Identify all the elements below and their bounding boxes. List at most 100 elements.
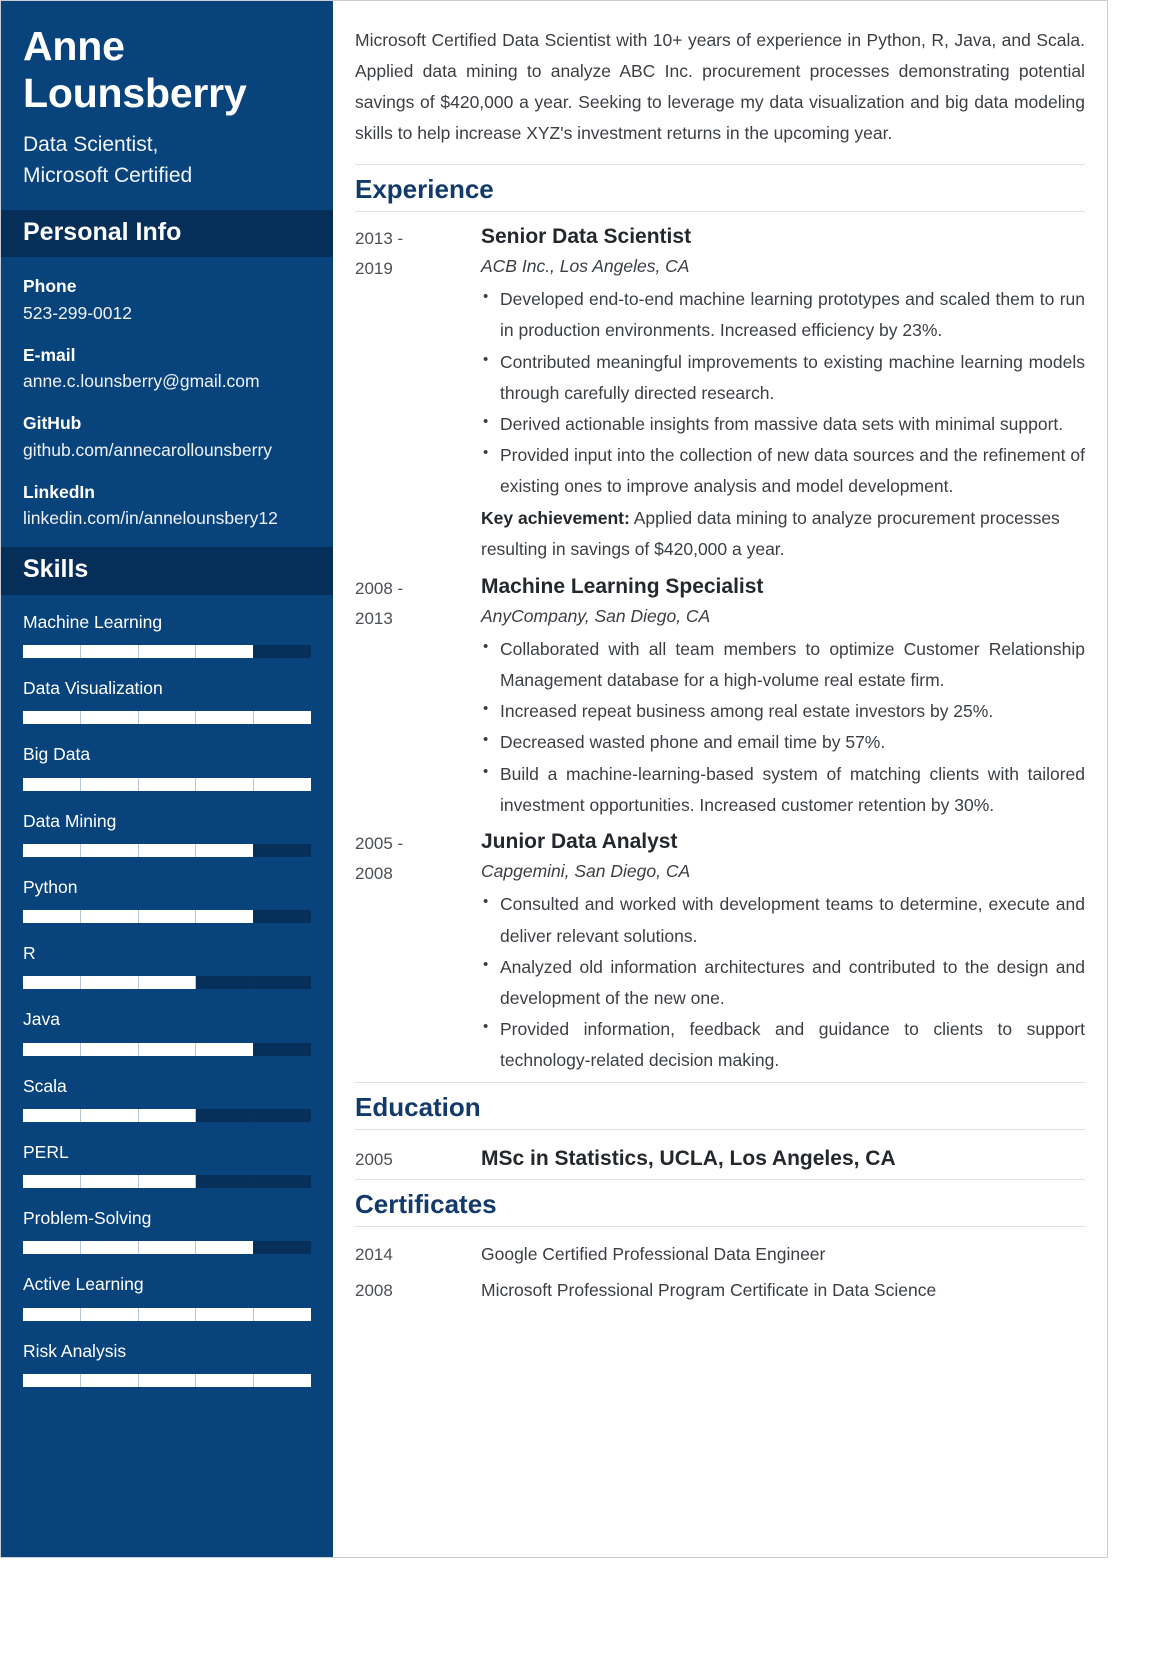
key-achievement-label: Key achievement: bbox=[481, 508, 630, 529]
contact-item-github: GitHub github.com/annecarollounsberry bbox=[23, 410, 311, 463]
skill-bar-ticks bbox=[23, 777, 311, 791]
role-line-1: Data Scientist, bbox=[23, 133, 159, 157]
skill-bar-ticks bbox=[23, 1175, 311, 1189]
experience-section-title: Experience bbox=[355, 163, 1085, 212]
skill-bar-track bbox=[23, 1241, 311, 1255]
skill-label: Java bbox=[23, 1009, 60, 1030]
education-entry: 2005 MSc in Statistics, UCLA, Los Angele… bbox=[355, 1140, 1085, 1178]
skill-bar-ticks bbox=[23, 1241, 311, 1255]
job-bullet: Analyzed old information architectures a… bbox=[481, 952, 1085, 1014]
resume-sheet: Anne Lounsberry Data Scientist, Microsof… bbox=[0, 0, 1108, 1558]
contact-item-linkedin: LinkedIn linkedin.com/in/annelounsbery12 bbox=[23, 479, 311, 532]
contact-item-phone: Phone 523-299-0012 bbox=[23, 273, 311, 326]
skill-bar-track bbox=[23, 777, 311, 791]
experience-entry: 2008 - 2013 Machine Learning Specialist … bbox=[355, 572, 1085, 821]
sidebar: Anne Lounsberry Data Scientist, Microsof… bbox=[1, 1, 333, 1557]
education-date: 2005 bbox=[355, 1150, 393, 1170]
experience-body: Junior Data Analyst Capgemini, San Diego… bbox=[481, 827, 1085, 1076]
certificates-section-title: Certificates bbox=[355, 1178, 1085, 1227]
skill-item: Risk Analysis bbox=[23, 1338, 311, 1387]
skill-bar-track bbox=[23, 1042, 311, 1056]
main-content: Microsoft Certified Data Scientist with … bbox=[333, 1, 1107, 1557]
resume-page: Anne Lounsberry Data Scientist, Microsof… bbox=[0, 0, 1170, 1654]
experience-date-end: 2008 bbox=[355, 864, 393, 884]
job-bullet: Developed end-to-end machine learning pr… bbox=[481, 284, 1085, 346]
skill-bar-ticks bbox=[23, 645, 311, 659]
job-title: Senior Data Scientist bbox=[481, 224, 692, 248]
skill-bar-ticks bbox=[23, 1373, 311, 1387]
skill-item: Java bbox=[23, 1006, 311, 1056]
skill-item: PERL bbox=[23, 1139, 311, 1189]
skill-label: Machine Learning bbox=[23, 611, 163, 632]
certificate-date: 2008 bbox=[355, 1281, 393, 1301]
skill-bar-track bbox=[23, 1307, 311, 1321]
job-bullet: Derived actionable insights from massive… bbox=[481, 409, 1085, 440]
experience-entry: 2005 - 2008 Junior Data Analyst Capgemin… bbox=[355, 827, 1085, 1076]
experience-date-end: 2019 bbox=[355, 259, 393, 278]
certificate-date: 2014 bbox=[355, 1244, 393, 1264]
skill-bar-ticks bbox=[23, 1307, 311, 1321]
skill-item: Data Mining bbox=[23, 808, 311, 857]
skill-item: Active Learning bbox=[23, 1271, 311, 1321]
job-bullet: Contributed meaningful improvements to e… bbox=[481, 347, 1085, 409]
candidate-role: Data Scientist, Microsoft Certified bbox=[23, 130, 311, 191]
experience-body: Senior Data Scientist ACB Inc., Los Ange… bbox=[481, 222, 1085, 566]
skill-label: Scala bbox=[23, 1075, 67, 1096]
certificate-entry: 2008 Microsoft Professional Program Cert… bbox=[355, 1273, 1085, 1309]
job-bullets: Consulted and worked with development te… bbox=[481, 889, 1085, 1076]
contact-label-github: GitHub bbox=[23, 413, 82, 434]
experience-date: 2008 - 2013 bbox=[355, 572, 481, 821]
skill-bar-ticks bbox=[23, 976, 311, 990]
skill-bar-track bbox=[23, 843, 311, 857]
experience-date-end: 2013 bbox=[355, 608, 393, 628]
job-bullet: Collaborated with all team members to op… bbox=[481, 634, 1085, 696]
skill-label: Active Learning bbox=[23, 1274, 144, 1295]
job-company: Capgemini, San Diego, CA bbox=[481, 861, 691, 882]
contact-item-email: E-mail anne.c.lounsberry@gmail.com bbox=[23, 342, 311, 395]
experience-entry: 2013 - 2019 Senior Data Scientist ACB In… bbox=[355, 222, 1085, 566]
skills-list: Machine Learning Data Visualization Big … bbox=[1, 595, 333, 1424]
contact-value-linkedin[interactable]: linkedin.com/in/annelounsbery12 bbox=[23, 505, 311, 531]
role-line-2: Microsoft Certified bbox=[23, 164, 193, 188]
candidate-name: Anne Lounsberry bbox=[23, 23, 247, 116]
job-bullet: Provided information, feedback and guida… bbox=[481, 1014, 1085, 1076]
skill-bar-track bbox=[23, 645, 311, 659]
experience-date-start: 2005 - bbox=[355, 833, 404, 853]
skill-label: Data Mining bbox=[23, 810, 117, 831]
skill-item: Data Visualization bbox=[23, 675, 311, 725]
job-title: Machine Learning Specialist bbox=[481, 574, 764, 598]
skill-bar-ticks bbox=[23, 843, 311, 857]
skill-bar-track bbox=[23, 976, 311, 990]
skill-label: Problem-Solving bbox=[23, 1208, 152, 1229]
skill-bar-ticks bbox=[23, 910, 311, 924]
skill-label: Data Visualization bbox=[23, 678, 163, 699]
skill-bar-ticks bbox=[23, 1042, 311, 1056]
name-block: Anne Lounsberry Data Scientist, Microsof… bbox=[1, 1, 333, 210]
skill-item: Python bbox=[23, 874, 311, 924]
certificate-entry: 2014 Google Certified Professional Data … bbox=[355, 1237, 1085, 1273]
skill-bar-track bbox=[23, 910, 311, 924]
job-bullet: Decreased wasted phone and email time by… bbox=[481, 727, 1085, 758]
contact-value-phone[interactable]: 523-299-0012 bbox=[23, 300, 311, 326]
contact-value-email[interactable]: anne.c.lounsberry@gmail.com bbox=[23, 368, 311, 394]
skill-item: Problem-Solving bbox=[23, 1205, 311, 1255]
skill-label: Python bbox=[23, 876, 78, 897]
contact-label-phone: Phone bbox=[23, 276, 77, 297]
job-title: Junior Data Analyst bbox=[481, 829, 678, 853]
job-bullets: Developed end-to-end machine learning pr… bbox=[481, 284, 1085, 502]
skill-label: Big Data bbox=[23, 744, 91, 765]
experience-date-start: 2013 - bbox=[355, 228, 404, 248]
skill-item: Machine Learning bbox=[23, 609, 311, 659]
education-section-title: Education bbox=[355, 1082, 1085, 1131]
professional-summary: Microsoft Certified Data Scientist with … bbox=[355, 30, 1085, 144]
job-company: ACB Inc., Los Angeles, CA bbox=[481, 256, 690, 277]
key-achievement: Key achievement: Applied data mining to … bbox=[481, 503, 1085, 565]
skill-label: Risk Analysis bbox=[23, 1340, 127, 1361]
skill-bar-ticks bbox=[23, 1108, 311, 1122]
skill-item: Big Data bbox=[23, 741, 311, 791]
experience-date: 2013 - 2019 bbox=[355, 222, 481, 566]
experience-date-start: 2008 - bbox=[355, 578, 404, 598]
skill-bar-ticks bbox=[23, 711, 311, 725]
contact-value-github[interactable]: github.com/annecarollounsberry bbox=[23, 437, 311, 463]
certificates-section: Certificates 2014 Google Certified Profe… bbox=[355, 1178, 1085, 1310]
